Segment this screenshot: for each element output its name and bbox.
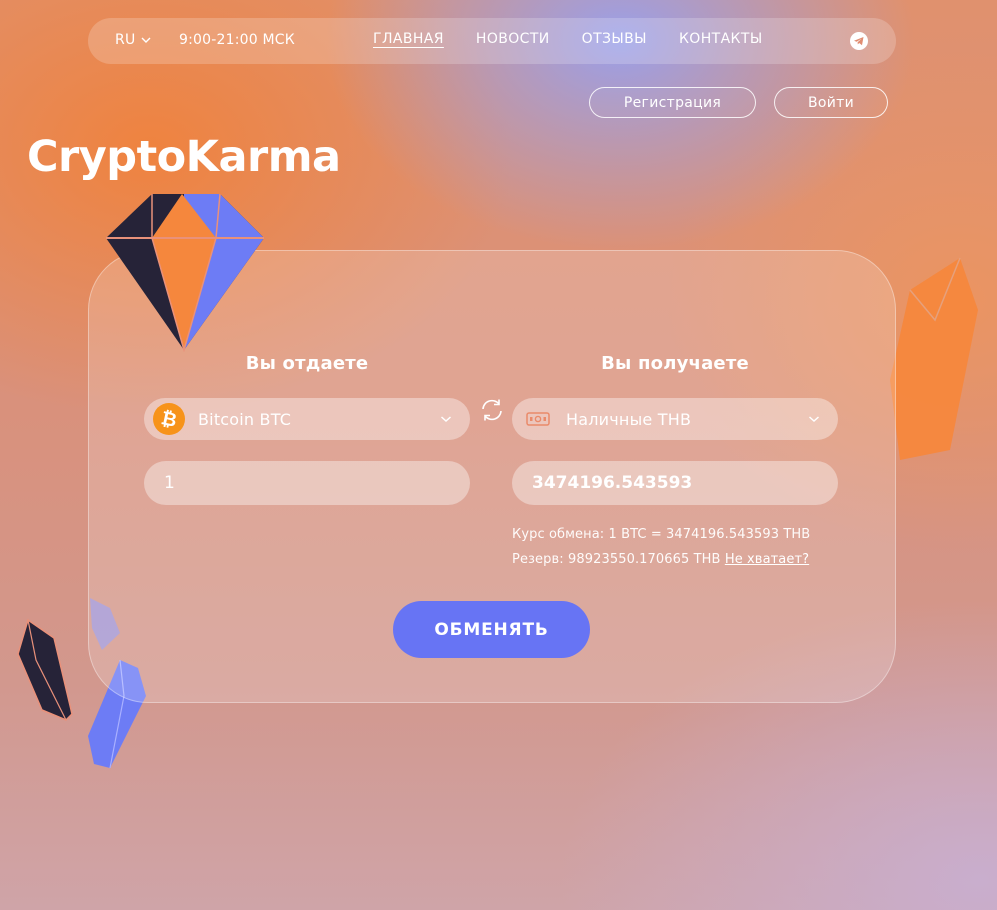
crystal-decoration-left-dark (17, 618, 73, 721)
receive-amount-input[interactable] (512, 461, 838, 505)
cash-icon (526, 412, 550, 426)
exchange-rate-text: Курс обмена: 1 BTC = 3474196.543593 THB (512, 527, 811, 542)
main-menu: ГЛАВНАЯ НОВОСТИ ОТЗЫВЫ КОНТАКТЫ (373, 31, 795, 47)
reserve-text: Резерв: 98923550.170665 THB (512, 552, 721, 567)
language-label: RU (115, 32, 136, 48)
receive-currency-label: Наличные THB (566, 409, 692, 429)
working-hours: 9:00-21:00 МСК (179, 32, 295, 48)
bitcoin-icon: ₿ (153, 403, 185, 435)
top-navbar: RU 9:00-21:00 МСК ГЛАВНАЯ НОВОСТИ ОТЗЫВЫ… (88, 18, 896, 64)
login-button-label: Войти (807, 94, 855, 111)
chevron-down-icon (809, 416, 819, 423)
telegram-icon[interactable] (850, 32, 868, 50)
receive-currency-select[interactable]: Наличные THB (512, 398, 838, 440)
chevron-down-icon (441, 416, 451, 423)
reserve-info: Резерв: 98923550.170665 THB Не хватает? (512, 552, 809, 567)
register-button-label: Регистрация (623, 94, 722, 111)
register-button[interactable]: Регистрация (589, 87, 756, 118)
exchange-submit-button[interactable]: ОБМЕНЯТЬ (393, 601, 590, 658)
give-currency-label: Bitcoin BTC (198, 409, 292, 429)
language-selector[interactable]: RU (115, 32, 151, 48)
brand-logo[interactable]: CryptoKarma (27, 132, 341, 182)
nav-link-home[interactable]: ГЛАВНАЯ (373, 31, 444, 47)
receive-title: Вы получаете (601, 353, 749, 374)
login-button[interactable]: Войти (774, 87, 888, 118)
swap-icon[interactable] (479, 397, 505, 423)
nav-link-contacts[interactable]: КОНТАКТЫ (679, 31, 763, 47)
give-currency-select[interactable]: ₿ Bitcoin BTC (144, 398, 470, 440)
nav-link-reviews[interactable]: ОТЗЫВЫ (582, 31, 647, 47)
nav-link-news[interactable]: НОВОСТИ (476, 31, 550, 47)
not-enough-link[interactable]: Не хватает? (725, 552, 809, 567)
diamond-icon (106, 193, 264, 352)
chevron-down-icon (141, 37, 151, 43)
give-amount-input[interactable] (144, 461, 470, 505)
give-title: Вы отдаете (245, 353, 369, 374)
